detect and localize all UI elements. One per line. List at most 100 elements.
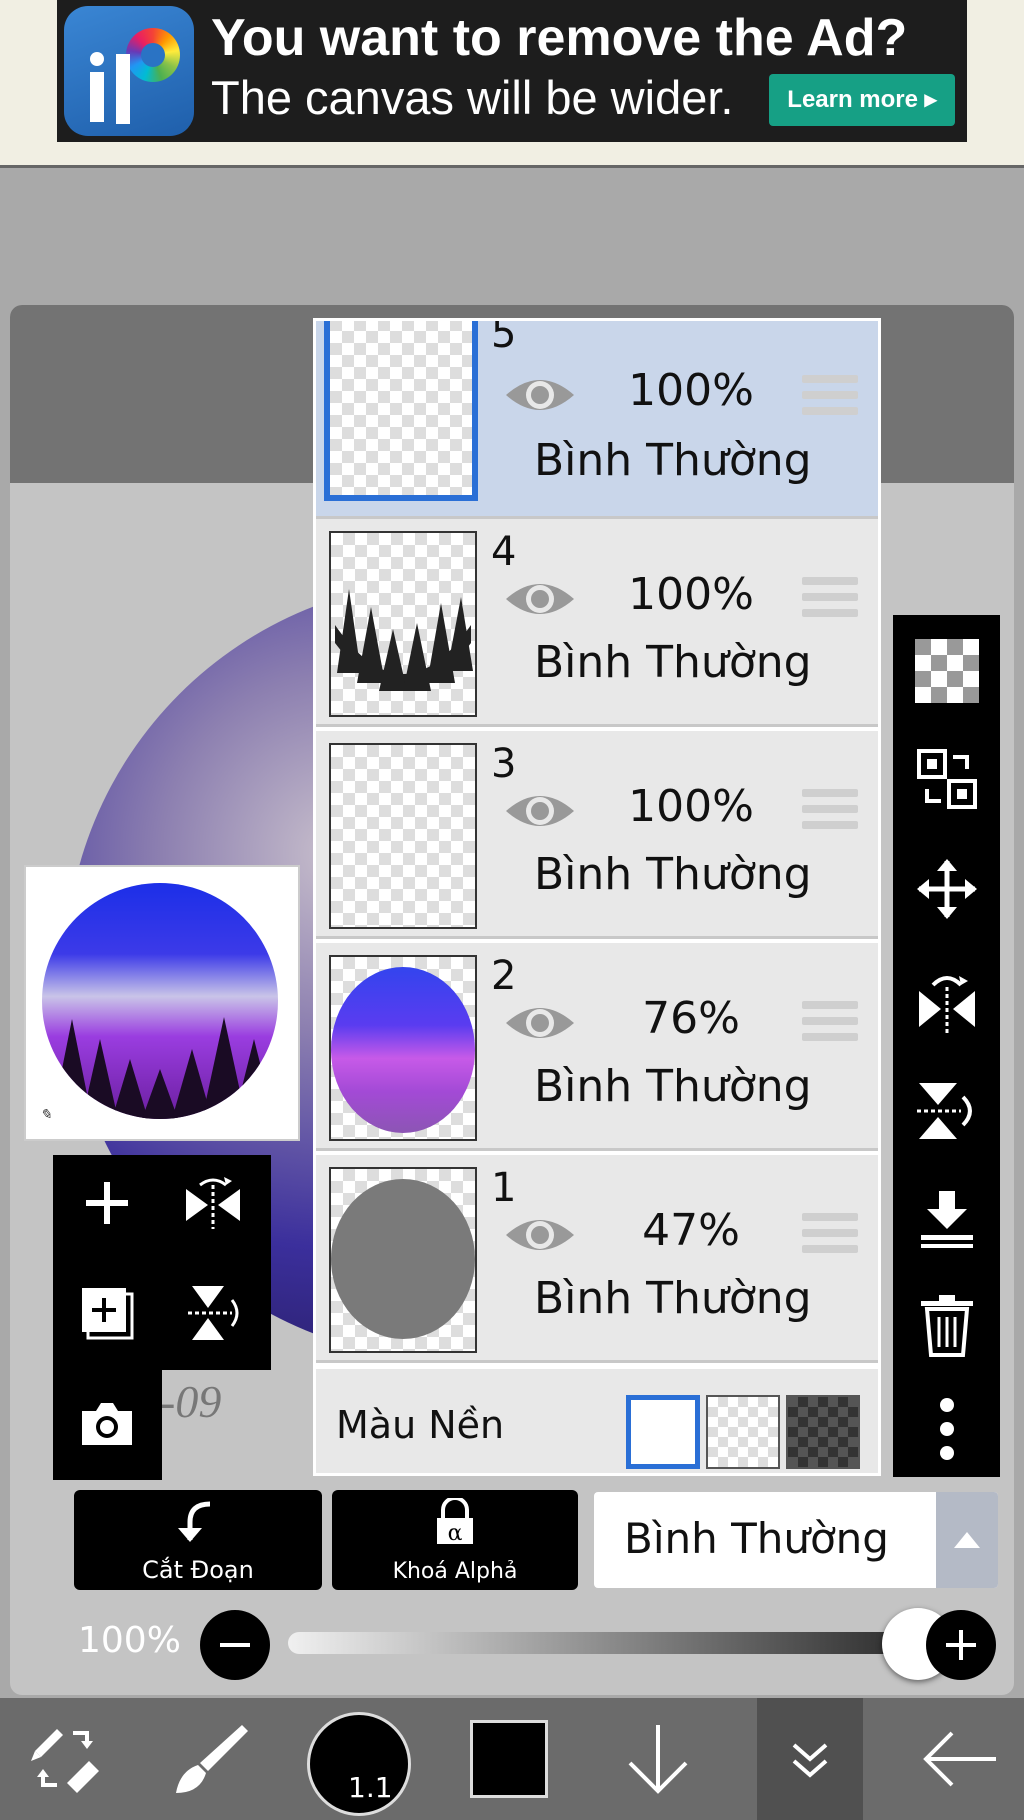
layer-blend-mode[interactable]: Bình Thường xyxy=(534,435,854,486)
layer-number: 4 xyxy=(491,529,517,575)
background-transparent-swatch[interactable] xyxy=(706,1395,780,1469)
triangle-up-icon xyxy=(954,1532,980,1548)
layer-thumbnail[interactable] xyxy=(329,1167,477,1353)
drag-handle-icon[interactable] xyxy=(802,789,858,835)
layer-toolbar xyxy=(893,615,1000,1477)
alpha-lock-button[interactable]: α Khoá Alphả xyxy=(332,1490,578,1590)
layer-opacity[interactable]: 47% xyxy=(616,1205,766,1256)
layer-number: 2 xyxy=(491,953,517,999)
layer-number: 3 xyxy=(491,741,517,787)
eye-icon[interactable] xyxy=(504,575,576,623)
down-arrow-button[interactable] xyxy=(603,1698,713,1820)
svg-text:α: α xyxy=(448,1521,463,1546)
eye-icon[interactable] xyxy=(504,371,576,419)
canvas-signature: -09 xyxy=(160,1376,222,1427)
blend-mode-select[interactable]: Bình Thường xyxy=(594,1492,998,1588)
duplicate-layer-button[interactable] xyxy=(67,1273,147,1353)
layers-button[interactable] xyxy=(755,1698,865,1820)
add-layer-button[interactable] xyxy=(67,1163,147,1243)
clipping-arrow-icon xyxy=(178,1501,211,1542)
preview-signature: ✎ xyxy=(40,1108,52,1123)
layer-number: 5 xyxy=(491,318,517,357)
brush-button[interactable] xyxy=(155,1698,265,1820)
clipping-label: Cắt Đoạn xyxy=(142,1556,254,1584)
back-button[interactable] xyxy=(905,1698,1015,1820)
layer-blend-mode[interactable]: Bình Thường xyxy=(534,1061,854,1112)
opacity-increase-button[interactable] xyxy=(926,1610,996,1680)
minus-icon xyxy=(220,1643,250,1647)
learn-more-button[interactable]: Learn more ▸ xyxy=(769,74,955,126)
flip-horizontal-button[interactable] xyxy=(173,1163,253,1243)
eye-icon[interactable] xyxy=(504,787,576,835)
brush-icon xyxy=(176,1725,248,1793)
merge-down-button[interactable] xyxy=(909,1181,985,1257)
layer-number: 1 xyxy=(491,1165,517,1211)
blend-mode-value: Bình Thường xyxy=(624,1514,889,1563)
canvas-preview[interactable]: ✎ xyxy=(24,865,300,1141)
eye-icon[interactable] xyxy=(504,1211,576,1259)
layer-opacity-row: 100% xyxy=(0,1598,1024,1688)
brush-size-button[interactable]: 1.1 xyxy=(307,1712,411,1816)
layer-thumbnail[interactable] xyxy=(324,321,478,501)
background-label: Màu Nền xyxy=(336,1403,505,1447)
drag-handle-icon[interactable] xyxy=(802,1213,858,1259)
layer-opacity[interactable]: 100% xyxy=(616,569,766,620)
gradient-circle-thumbnail xyxy=(331,967,475,1133)
trash-icon xyxy=(921,1295,973,1357)
tool-selector-button[interactable] xyxy=(10,1698,120,1820)
drag-handle-icon[interactable] xyxy=(802,1001,858,1047)
layer-quick-tools xyxy=(53,1155,271,1370)
layer-row[interactable]: 1 47% Bình Thường xyxy=(316,1155,878,1363)
drag-handle-icon[interactable] xyxy=(802,577,858,623)
layer-blend-mode[interactable]: Bình Thường xyxy=(534,1273,854,1324)
layer-thumbnail[interactable] xyxy=(329,955,477,1141)
color-picker-button[interactable] xyxy=(470,1720,548,1798)
checkerboard-icon xyxy=(915,639,979,703)
delete-layer-button[interactable] xyxy=(909,1287,985,1363)
flip-layer-vertical-button[interactable] xyxy=(909,1073,985,1149)
flip-layer-horizontal-button[interactable] xyxy=(909,963,985,1039)
more-options-button[interactable] xyxy=(909,1391,985,1467)
flip-horizontal-icon xyxy=(186,1177,240,1229)
layer-row[interactable]: 2 76% Bình Thường xyxy=(316,943,878,1151)
layer-row[interactable]: 3 100% Bình Thường xyxy=(316,731,878,939)
opacity-decrease-button[interactable] xyxy=(200,1610,270,1680)
drag-handle-icon[interactable] xyxy=(802,375,858,421)
transparency-button[interactable] xyxy=(909,633,985,709)
layer-thumbnail[interactable] xyxy=(329,531,477,717)
arrow-down-icon xyxy=(628,1725,688,1794)
clipping-button[interactable]: Cắt Đoạn xyxy=(74,1490,322,1590)
swap-layer-icon xyxy=(917,749,977,809)
layer-opacity[interactable]: 100% xyxy=(616,781,766,832)
camera-button[interactable] xyxy=(67,1384,147,1464)
bottom-toolbar: 1.1 xyxy=(0,1698,1024,1820)
layer-opacity[interactable]: 100% xyxy=(616,365,766,416)
duplicate-layer-icon xyxy=(82,1288,134,1340)
swap-layer-button[interactable] xyxy=(909,741,985,817)
eye-icon[interactable] xyxy=(504,999,576,1047)
layer-row[interactable]: 4 100% Bình Thường xyxy=(316,519,878,727)
ad-banner[interactable]: You want to remove the Ad? The canvas wi… xyxy=(57,0,967,142)
flip-vertical-button[interactable] xyxy=(173,1273,253,1353)
move-button[interactable] xyxy=(909,851,985,927)
ad-strip: You want to remove the Ad? The canvas wi… xyxy=(0,0,1024,168)
opacity-value-label: 100% xyxy=(78,1620,181,1661)
opacity-slider[interactable] xyxy=(288,1632,918,1654)
ad-subtitle: The canvas will be wider. xyxy=(211,71,734,124)
layer-blend-mode[interactable]: Bình Thường xyxy=(534,637,854,688)
gray-circle-thumbnail xyxy=(331,1179,475,1339)
layer-opacity[interactable]: 76% xyxy=(616,993,766,1044)
pen-eraser-swap-icon xyxy=(31,1729,99,1793)
background-dark-swatch[interactable] xyxy=(786,1395,860,1469)
layer-blend-mode[interactable]: Bình Thường xyxy=(534,849,854,900)
blend-mode-dropdown-button[interactable] xyxy=(936,1492,998,1588)
flip-vertical-icon xyxy=(188,1286,239,1340)
layer-quick-tools-2 xyxy=(53,1370,162,1480)
background-white-swatch[interactable] xyxy=(626,1395,700,1469)
brush-size-value: 1.1 xyxy=(348,1771,393,1804)
layer-row[interactable]: 5 100% Bình Thường xyxy=(316,318,878,519)
preview-trees xyxy=(52,1017,274,1119)
move-icon xyxy=(917,859,977,919)
ibispaint-logo-icon xyxy=(64,6,194,136)
layer-thumbnail[interactable] xyxy=(329,743,477,929)
